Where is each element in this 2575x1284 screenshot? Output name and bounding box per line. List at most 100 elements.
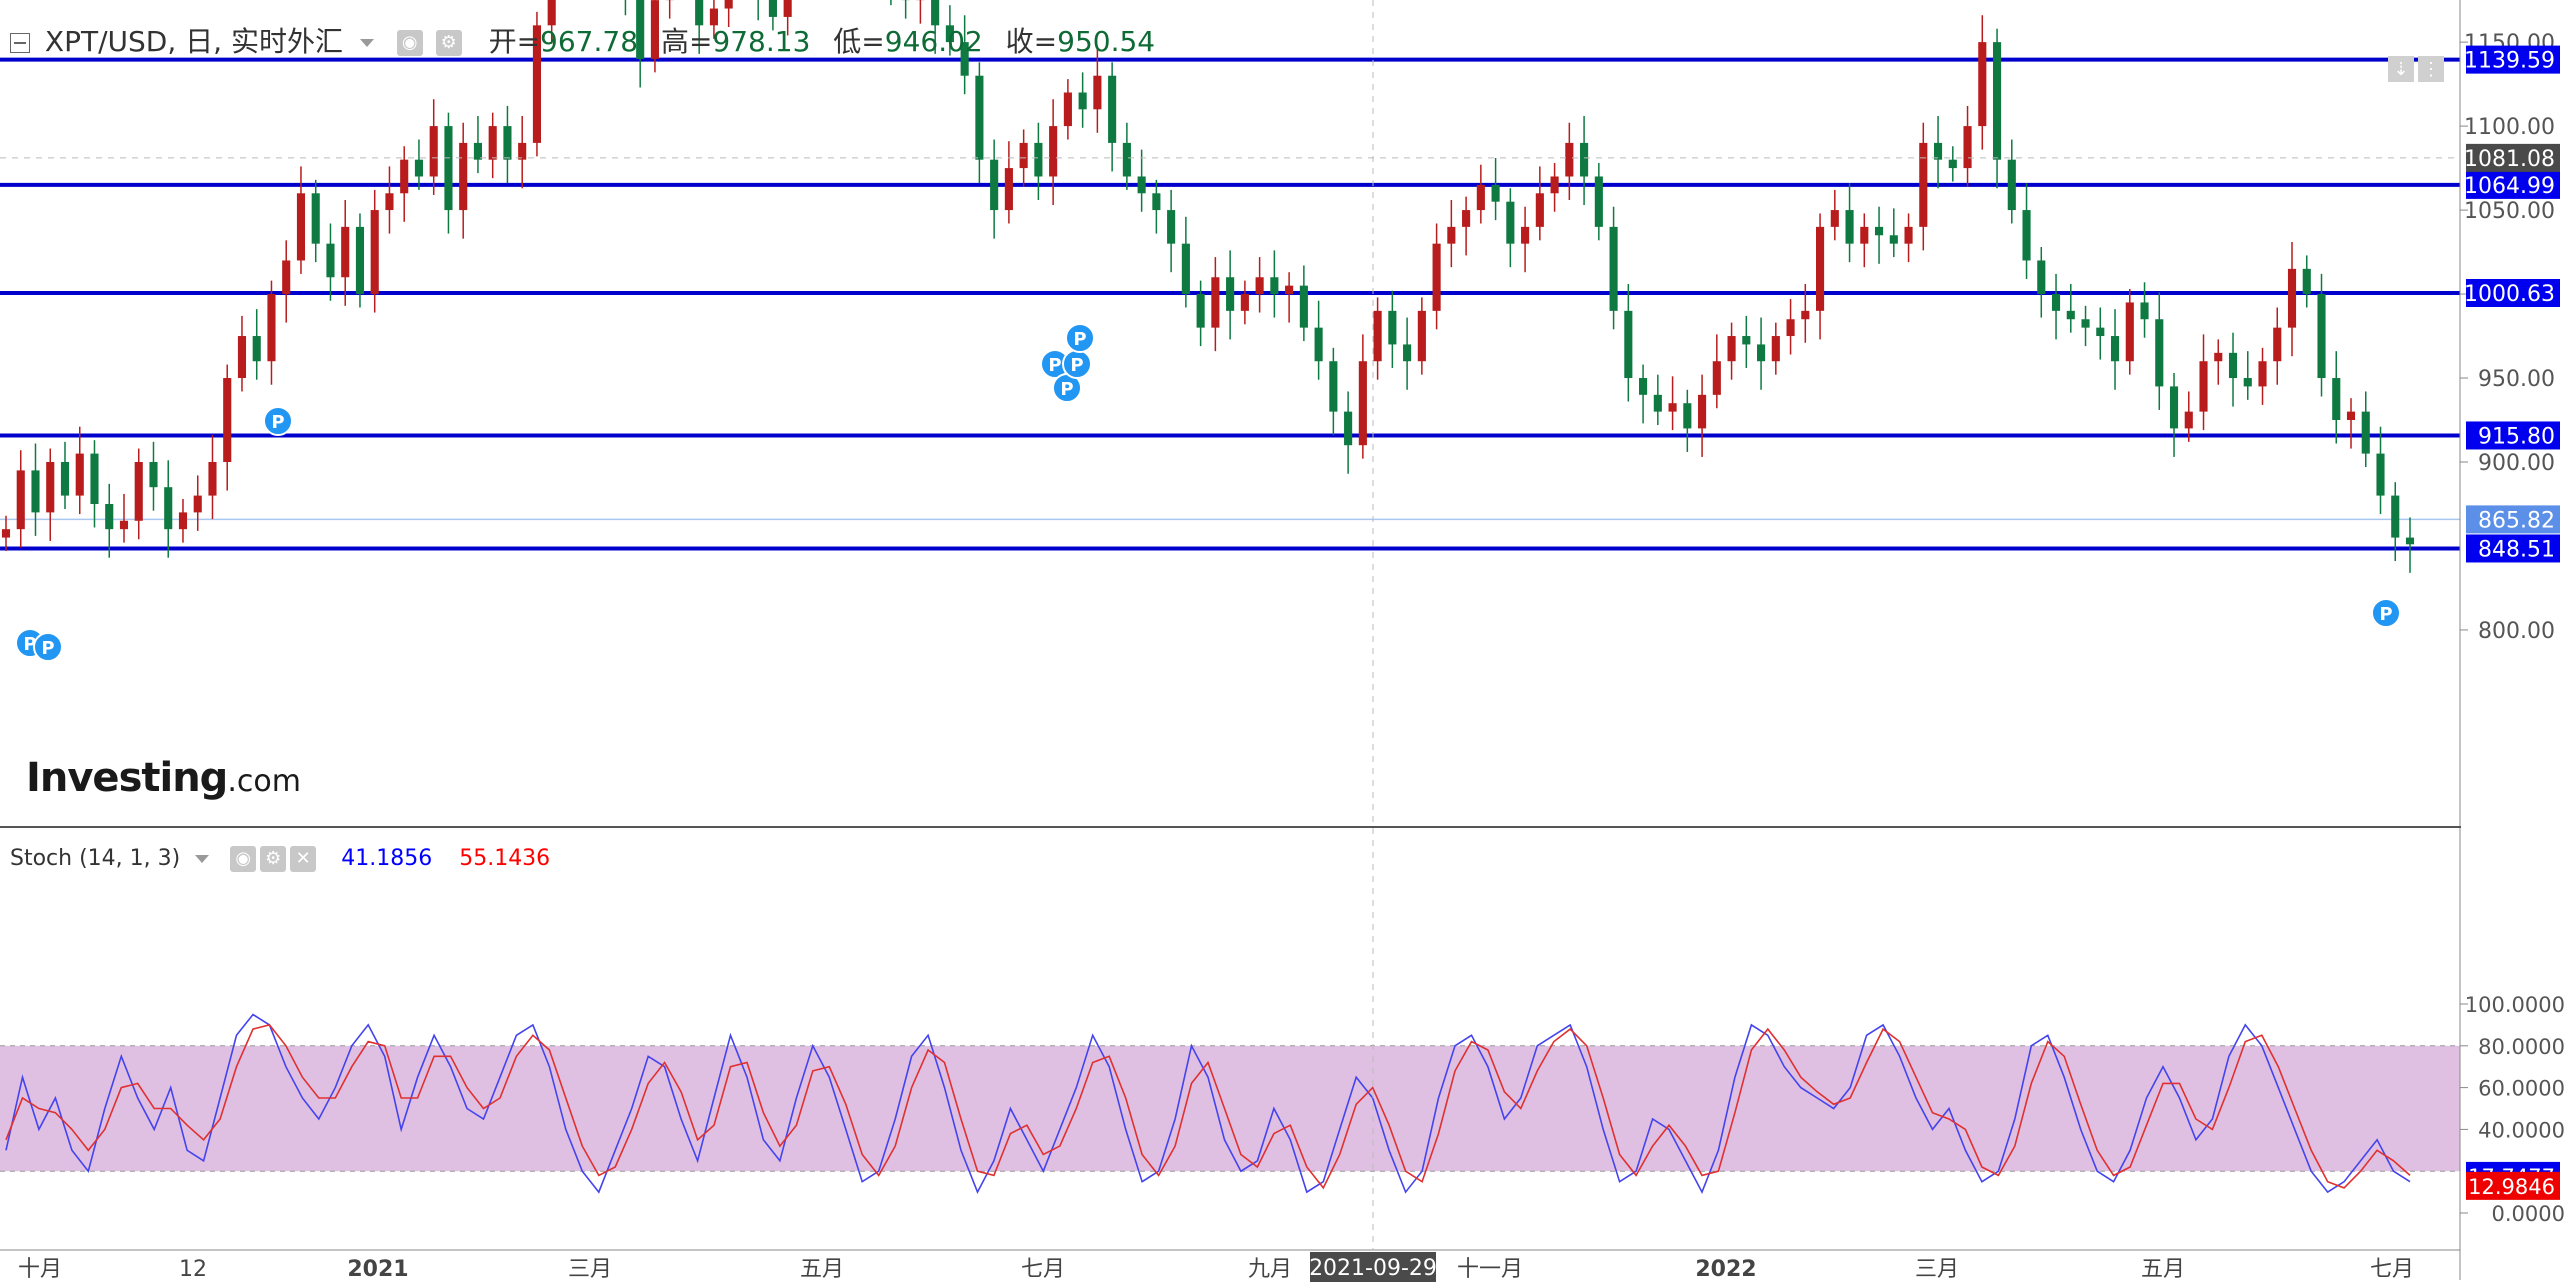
candle-body [2273,327,2282,362]
candle-body [2228,352,2238,379]
candle-body [1388,310,1397,345]
candle-body [488,126,497,160]
arrow-down-icon[interactable]: ⇣ [2388,56,2414,82]
candle-body [1609,226,1618,311]
time-tick-label: 七月 [2370,1257,2414,1282]
candle-body [1580,142,1589,177]
level-price-label: 1000.63 [2464,282,2555,307]
candle-body [1004,168,1013,211]
candle-body [1757,344,1766,362]
pivot-marker-label: P [1060,379,1073,400]
candle-body [1963,126,1972,169]
candle-body [473,142,483,160]
stoch-title[interactable]: Stoch (14, 1, 3) [10,846,180,871]
open-label: 开= [488,25,541,58]
chevron-down-icon[interactable] [195,855,210,863]
candle-body [400,159,409,194]
candle-body [1476,184,1485,211]
candle-body [503,126,512,160]
candle-body [208,462,217,496]
candle-body [2051,294,2061,311]
time-tick-label: 十月 [18,1257,62,1282]
time-tick-label: 2021 [347,1257,408,1282]
candle-body [2317,294,2326,379]
candle-body [1122,142,1131,177]
candle-body [2199,361,2208,412]
candle-body [1063,92,1072,127]
candle-body [1830,210,1839,227]
candle-body [2361,411,2370,454]
gear-icon[interactable]: ⚙ [260,846,287,872]
candle-body [1978,42,1987,127]
candle-body [1447,226,1456,244]
candle-body [2302,268,2311,295]
pivot-marker-label: P [41,638,54,659]
gear-icon[interactable]: ⚙ [435,30,462,56]
candle-body [178,512,188,530]
candle-body [252,336,261,362]
candle-body [134,462,143,521]
chart-canvas[interactable]: PPPPPPPP 800.00900.00950.001000.001050.0… [0,0,2575,1284]
candle-body [2243,378,2252,387]
eye-icon[interactable]: ◉ [230,846,257,872]
candles [1,0,2415,573]
candle-body [1698,394,1707,429]
eye-icon[interactable]: ◉ [396,30,423,56]
candle-body [1137,176,1146,194]
time-tick-label: 2022 [1695,1257,1756,1282]
candle-body [1358,361,1367,446]
more-icon[interactable]: ⋮ [2418,56,2444,82]
candle-body [429,126,438,177]
candle-body [149,462,158,488]
candle-body [2125,302,2134,362]
symbol-title[interactable]: XPT/USD, 日, 实时外汇 [45,25,343,58]
candle-body [2169,386,2179,429]
low-value: 946.02 [884,25,983,58]
stoch-band [0,1045,2460,1172]
candle-body [119,520,129,530]
candle-body [1462,210,1471,227]
candle-body [1432,243,1441,311]
pivot-marker-label: P [1070,355,1083,376]
candle-body [444,126,453,211]
candle-body [518,142,527,160]
candle-body [1314,327,1323,362]
stoch-d-value: 55.1436 [459,846,551,871]
candle-body [164,487,173,530]
candle-body [1152,193,1161,211]
price-tick-label: 1050.00 [2464,199,2555,224]
candle-body [990,159,999,211]
chevron-down-icon[interactable] [359,39,374,47]
candle-body [16,470,25,530]
candle-body [2022,210,2031,261]
candle-body [2007,159,2016,211]
candle-body [1565,142,1574,177]
time-tick-label: 十一月 [1457,1257,1523,1282]
candle-body [1417,310,1426,362]
high-value: 978.13 [712,25,811,58]
candle-body [1653,394,1662,412]
candle-body [2287,268,2297,328]
stoch-k-value: 41.1856 [341,846,433,871]
candle-body [370,210,379,295]
candle-body [1904,226,1913,244]
candle-body [2110,336,2120,362]
candle-body [1550,176,1559,194]
price-tick-label: 900.00 [2478,451,2555,476]
candle-body [1919,142,1928,227]
candle-body [2346,411,2356,421]
collapse-icon[interactable] [10,33,30,53]
candle-body [31,470,40,513]
candle-body [2037,260,2046,295]
open-value: 967.78 [540,25,639,58]
close-icon[interactable]: ✕ [290,846,317,872]
pivot-marker-label: P [2379,604,2392,625]
price-tick-label: 1100.00 [2464,115,2555,140]
candle-body [267,294,276,362]
main-legend: XPT/USD, 日, 实时外汇 ◉ ⚙ 开=967.78 高=978.13 低… [10,20,1155,60]
candle-body [1211,277,1220,328]
candle-body [1845,210,1854,244]
candle-body [2066,310,2075,320]
candle-body [90,453,99,504]
close-label: 收= [1005,25,1058,58]
